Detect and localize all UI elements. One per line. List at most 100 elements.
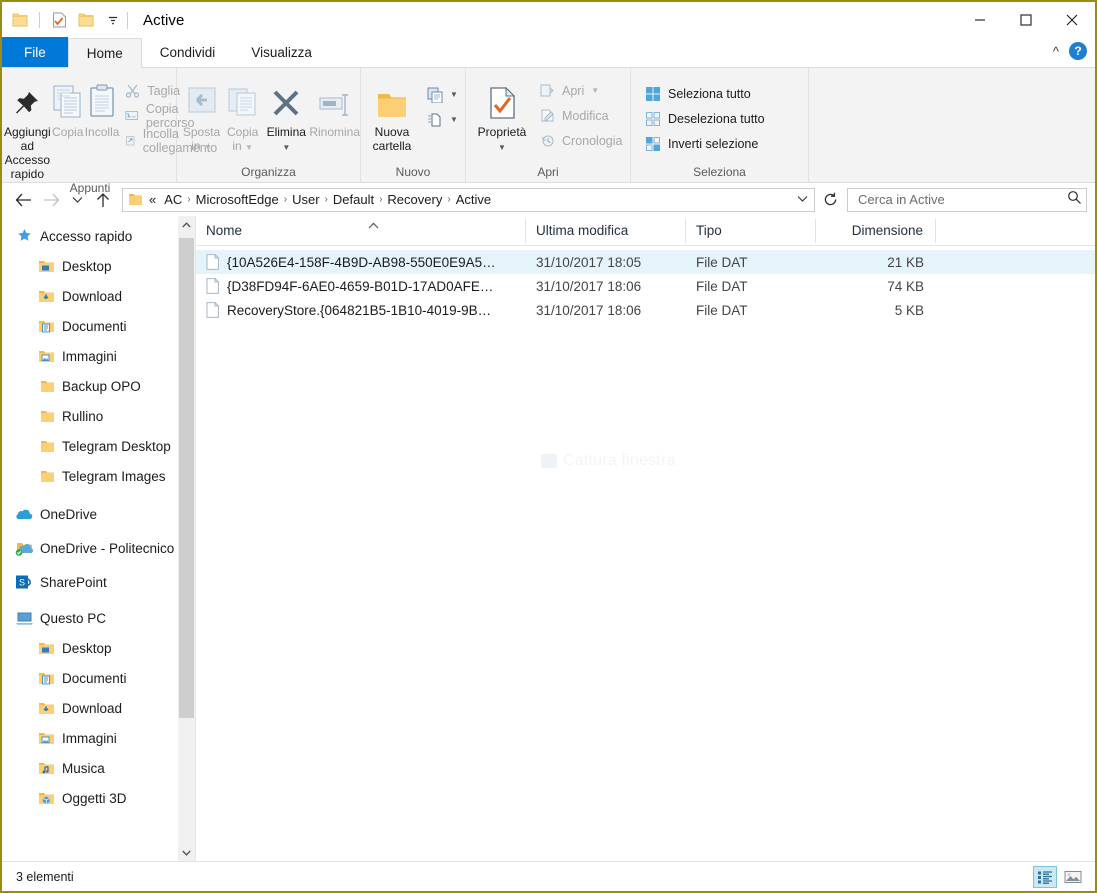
edit-button[interactable]: Modifica bbox=[534, 103, 628, 128]
sidebar-item-telegram-desktop[interactable]: Telegram Desktop bbox=[2, 431, 195, 461]
tab-home[interactable]: Home bbox=[67, 38, 142, 68]
properties-label: Proprietà bbox=[477, 125, 527, 139]
select-all-label: Seleziona tutto bbox=[668, 86, 751, 101]
tab-visualizza[interactable]: Visualizza bbox=[233, 37, 330, 67]
history-button[interactable]: Cronologia bbox=[534, 128, 628, 153]
table-row[interactable]: {10A526E4-158F-4B9D-AB98-550E0E9A5… 31/1… bbox=[196, 250, 1095, 274]
invert-selection-button[interactable]: Inverti selezione bbox=[639, 131, 771, 156]
sidebar-item-desktop[interactable]: Desktop bbox=[2, 251, 195, 281]
select-all-button[interactable]: Seleziona tutto bbox=[639, 81, 771, 106]
sidebar-item-musica[interactable]: Musica bbox=[2, 753, 195, 783]
sidebar-item-accesso-rapido[interactable]: Accesso rapido bbox=[2, 221, 195, 251]
sidebar-item-immagini[interactable]: Immagini bbox=[2, 341, 195, 371]
breadcrumb[interactable]: « AC › MicrosoftEdge › User › Default › … bbox=[122, 187, 815, 212]
move-to-button[interactable]: Sposta in ▼ bbox=[181, 76, 222, 155]
table-row[interactable]: {D38FD94F-6AE0-4659-B01D-17AD0AFE… 31/10… bbox=[196, 274, 1095, 298]
file-name-cell[interactable]: RecoveryStore.{064821B5-1B10-4019-9B… bbox=[196, 302, 526, 318]
breadcrumb-dropdown-icon[interactable] bbox=[792, 194, 812, 206]
new-item-dropdown-icon[interactable]: ▼ bbox=[450, 90, 458, 99]
search-box[interactable] bbox=[847, 187, 1087, 212]
sidebar-label: Rullino bbox=[62, 408, 104, 424]
tab-file[interactable]: File bbox=[2, 37, 68, 67]
paste-button[interactable]: Incolla bbox=[85, 76, 119, 139]
help-icon[interactable]: ? bbox=[1069, 42, 1087, 60]
column-header-ultima-modifica[interactable]: Ultima modifica bbox=[526, 218, 686, 243]
ribbon-tabstrip: File Home Condividi Visualizza ^ ? bbox=[2, 37, 1095, 68]
sidebar-item-sharepoint[interactable]: S SharePoint bbox=[2, 567, 195, 597]
copy-to-dropdown-icon[interactable]: ▼ bbox=[245, 143, 253, 152]
close-button[interactable] bbox=[1049, 2, 1095, 38]
easy-access-dropdown-icon[interactable]: ▼ bbox=[450, 115, 458, 124]
file-name-cell[interactable]: {10A526E4-158F-4B9D-AB98-550E0E9A5… bbox=[196, 254, 526, 270]
properties-button[interactable]: Proprietà ▼ bbox=[470, 76, 534, 155]
documents-folder-icon bbox=[36, 671, 56, 686]
search-input[interactable] bbox=[856, 191, 1067, 208]
star-pin-icon bbox=[14, 228, 34, 244]
breadcrumb-item-default[interactable]: Default bbox=[329, 192, 378, 207]
scroll-down-arrow-icon[interactable] bbox=[178, 844, 195, 861]
copy-to-line1: Copia bbox=[227, 125, 259, 139]
open-button[interactable]: Apri ▼ bbox=[534, 78, 628, 103]
copy-to-line2: in bbox=[232, 139, 242, 153]
sidebar-item-pc-download[interactable]: Download bbox=[2, 693, 195, 723]
sidebar-item-backup-opo[interactable]: Backup OPO bbox=[2, 371, 195, 401]
breadcrumb-item-microsoftedge[interactable]: MicrosoftEdge bbox=[192, 192, 283, 207]
copy-button[interactable]: Copia bbox=[51, 76, 85, 139]
rename-button[interactable]: Rinomina bbox=[309, 76, 360, 139]
open-dropdown-icon[interactable]: ▼ bbox=[591, 86, 599, 95]
sidebar-label: Immagini bbox=[62, 730, 117, 746]
sidebar-item-pc-documenti[interactable]: Documenti bbox=[2, 663, 195, 693]
column-header-nome[interactable]: Nome bbox=[196, 218, 526, 243]
delete-button[interactable]: Elimina ▼ bbox=[263, 76, 309, 155]
scroll-up-arrow-icon[interactable] bbox=[178, 216, 195, 233]
sidebar-item-pc-immagini[interactable]: Immagini bbox=[2, 723, 195, 753]
file-name-text: {10A526E4-158F-4B9D-AB98-550E0E9A5… bbox=[227, 254, 496, 270]
sidebar-item-oggetti-3d[interactable]: Oggetti 3D bbox=[2, 783, 195, 813]
file-list-pane[interactable]: Cattura finestra Nome Ultima modifica Ti… bbox=[196, 216, 1095, 861]
tab-condividi[interactable]: Condividi bbox=[142, 37, 234, 67]
copy-to-button[interactable]: Copia in ▼ bbox=[222, 76, 263, 155]
column-header-tipo[interactable]: Tipo bbox=[686, 218, 816, 243]
details-view-icon[interactable] bbox=[1033, 865, 1057, 888]
new-item-button[interactable]: ▼ bbox=[421, 82, 464, 107]
sidebar-item-pc-desktop[interactable]: Desktop bbox=[2, 633, 195, 663]
delete-dropdown-icon[interactable]: ▼ bbox=[282, 143, 290, 152]
sidebar-item-telegram-images[interactable]: Telegram Images bbox=[2, 461, 195, 491]
minimize-button[interactable] bbox=[957, 2, 1003, 38]
add-to-quick-access-button[interactable]: Aggiungi ad Accesso rapido bbox=[4, 76, 51, 181]
customize-dropdown-icon[interactable] bbox=[103, 10, 123, 30]
file-name-cell[interactable]: {D38FD94F-6AE0-4659-B01D-17AD0AFE… bbox=[196, 278, 526, 294]
pictures-folder-icon bbox=[36, 349, 56, 364]
breadcrumb-item-active[interactable]: Active bbox=[452, 192, 495, 207]
sidebar-item-onedrive[interactable]: OneDrive bbox=[2, 499, 195, 529]
pin-icon bbox=[12, 80, 42, 120]
chevron-up-icon[interactable]: ^ bbox=[1053, 44, 1059, 59]
large-icons-view-icon[interactable] bbox=[1061, 866, 1085, 888]
maximize-button[interactable] bbox=[1003, 2, 1049, 38]
properties-icon[interactable] bbox=[49, 10, 69, 30]
breadcrumb-item-user[interactable]: User bbox=[288, 192, 323, 207]
sidebar-item-onedrive-politecnico[interactable]: OneDrive - Politecnico bbox=[2, 533, 195, 563]
watermark-label: Cattura finestra bbox=[563, 452, 676, 469]
folder-icon[interactable] bbox=[10, 10, 30, 30]
sidebar-item-documenti[interactable]: Documenti bbox=[2, 311, 195, 341]
column-header-dimensione[interactable]: Dimensione bbox=[816, 218, 936, 243]
search-icon[interactable] bbox=[1067, 190, 1082, 210]
sidebar-item-download[interactable]: Download bbox=[2, 281, 195, 311]
new-folder-icon[interactable] bbox=[76, 10, 96, 30]
move-to-dropdown-icon[interactable]: ▼ bbox=[204, 143, 212, 152]
breadcrumb-item-recovery[interactable]: Recovery bbox=[383, 192, 446, 207]
new-folder-button[interactable]: Nuova cartella bbox=[363, 76, 421, 153]
refresh-button[interactable] bbox=[817, 192, 843, 207]
window-title: Active bbox=[143, 11, 185, 29]
select-none-button[interactable]: Deseleziona tutto bbox=[639, 106, 771, 131]
sidebar-item-questo-pc[interactable]: Questo PC bbox=[2, 603, 195, 633]
properties-dropdown-icon[interactable]: ▼ bbox=[498, 143, 506, 152]
onedrive-sync-icon bbox=[14, 541, 34, 556]
navigation-scrollbar-thumb[interactable] bbox=[179, 238, 194, 718]
sidebar-item-rullino[interactable]: Rullino bbox=[2, 401, 195, 431]
new-folder-line1: Nuova bbox=[374, 125, 410, 139]
easy-access-button[interactable]: ▼ bbox=[421, 107, 464, 132]
table-row[interactable]: RecoveryStore.{064821B5-1B10-4019-9B… 31… bbox=[196, 298, 1095, 322]
this-pc-icon bbox=[14, 611, 34, 626]
